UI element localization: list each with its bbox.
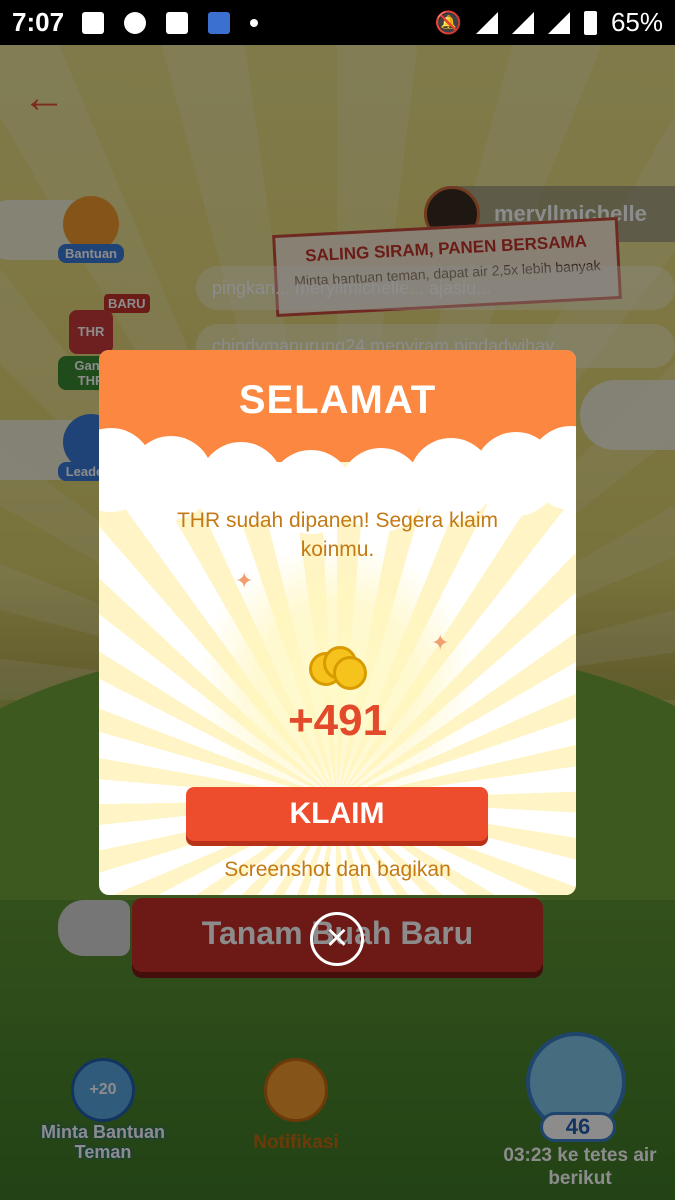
close-icon[interactable]: × [310,912,364,966]
claim-button[interactable]: KLAIM [186,787,488,841]
status-bar: 7:07 🔕 65% [0,0,675,45]
app-icon [208,11,231,34]
shopee-icon [166,11,189,34]
battery-percent: 65% [610,7,663,37]
coins-icon [307,646,371,692]
image-icon [82,11,105,34]
reward-amount: +491 [287,696,388,745]
sparkle-icon: ✦ [431,630,450,655]
status-time: 7:07 [12,7,65,37]
target-icon [124,11,147,34]
dialog-title: SELAMAT [238,378,437,422]
notification-dot-icon [250,18,259,27]
sparkle-icon: ✦ [235,568,254,593]
dialog-message: THR sudah dipanen! Segera klaim koinmu. [176,509,498,561]
signal-icon [547,11,570,34]
reward-dialog: SELAMAT THR sudah dipanen! Segera klaim … [99,350,576,895]
signal-icon [511,11,534,34]
battery-icon [583,10,597,35]
wifi-icon [475,11,498,34]
mute-icon: 🔕 [434,9,462,35]
screenshot-share-link[interactable]: Screenshot dan bagikan [99,858,576,882]
